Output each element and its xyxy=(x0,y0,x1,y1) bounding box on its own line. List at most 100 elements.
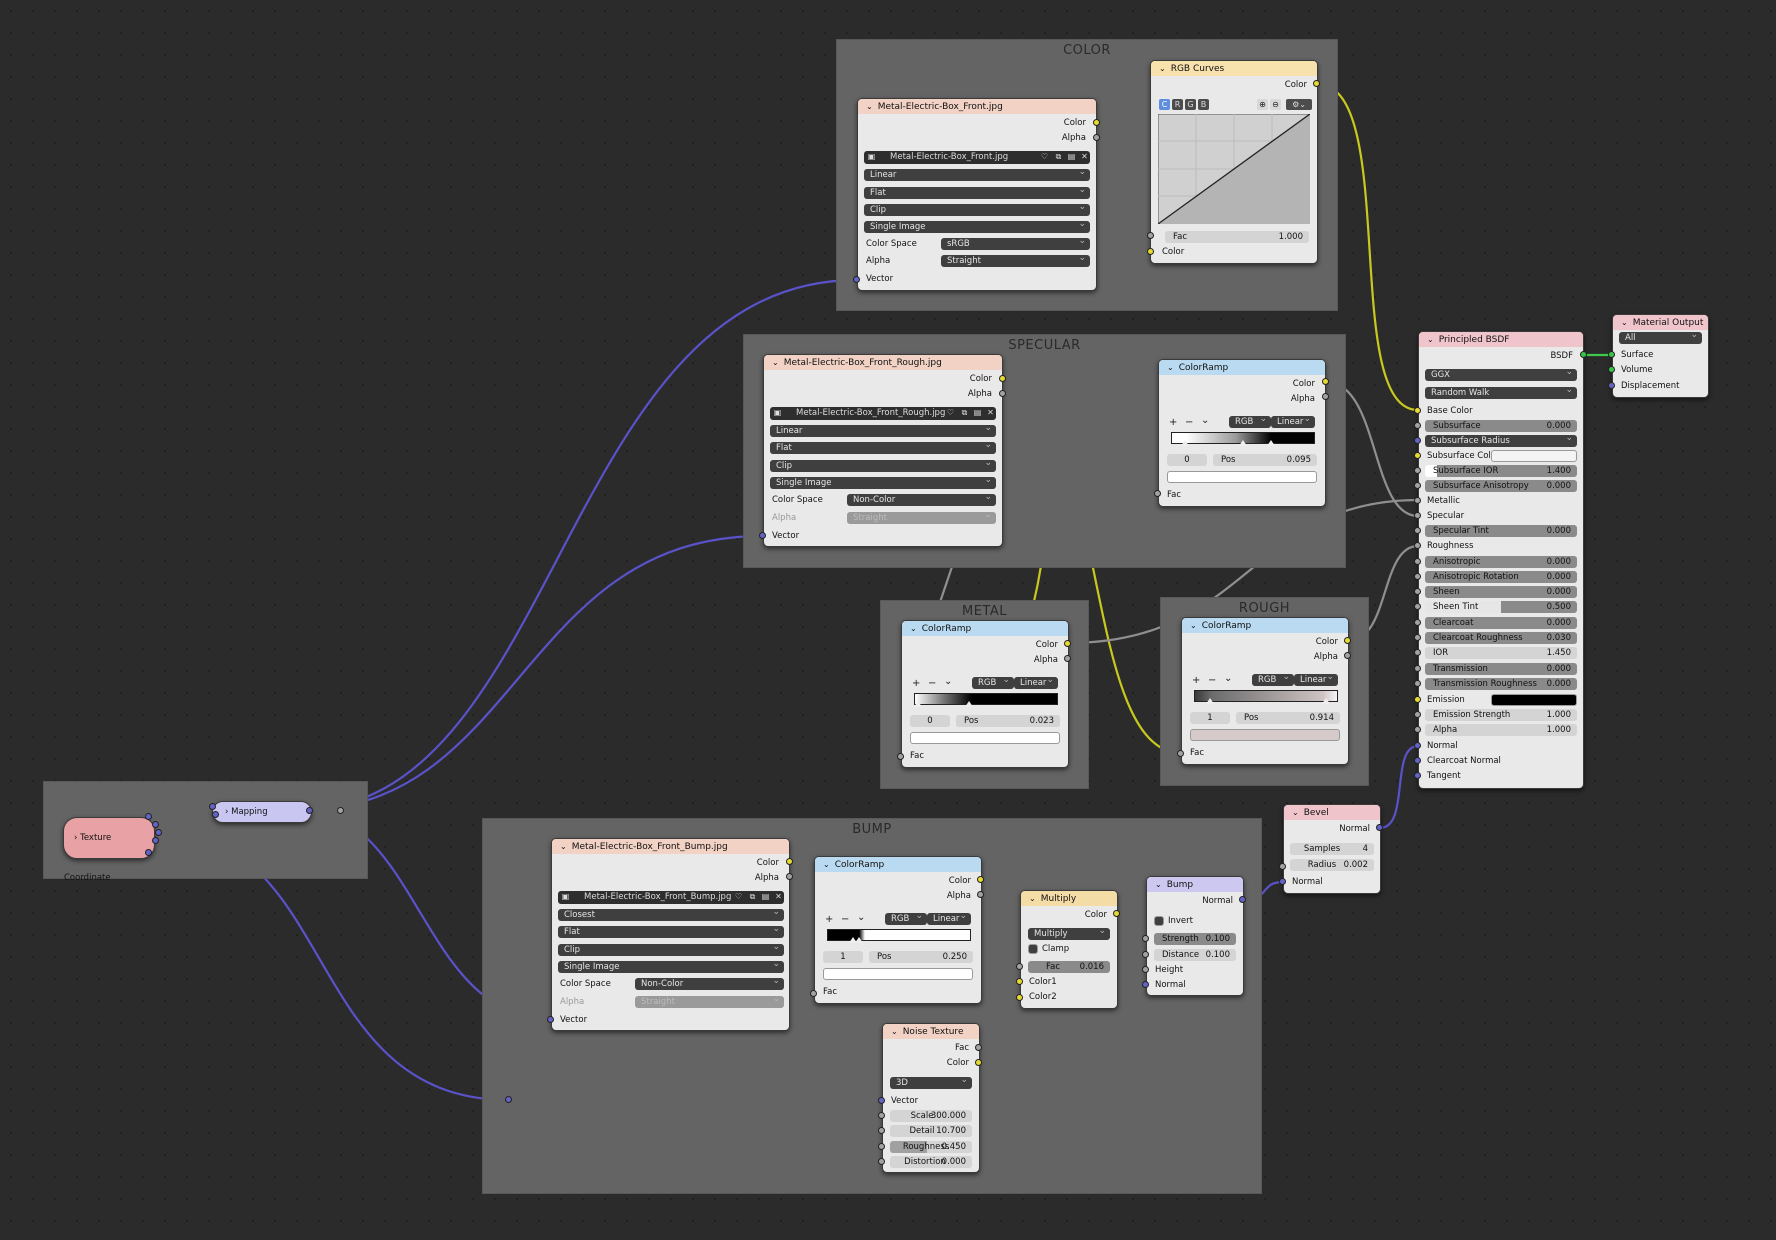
source-dropdown[interactable]: Single Image xyxy=(770,474,996,489)
bsdf-in-clearcoat-normal-socket[interactable] xyxy=(1414,757,1421,764)
node-editor-canvas[interactable]: COLOR SPECULAR METAL ROUGH BUMP › Textur… xyxy=(0,0,1776,1240)
curve-settings-icon[interactable]: ⚙⌄ xyxy=(1286,99,1312,110)
output-in-displacement-socket[interactable] xyxy=(1608,382,1615,389)
extension-dropdown[interactable]: Clip xyxy=(770,457,996,472)
noise-in-roughness-socket[interactable] xyxy=(878,1143,885,1150)
mapping-node[interactable]: › Mapping xyxy=(212,801,312,823)
bsdf-in-normal-socket[interactable] xyxy=(1414,742,1421,749)
fake-user-icon[interactable]: ♡ xyxy=(945,408,956,418)
bevel-node[interactable]: ⌄ Bevel Normal Samples 4 Radius 0.002 Nor… xyxy=(1283,804,1381,894)
alpha-field[interactable]: Alpha 1.000 xyxy=(1425,724,1577,736)
transmission-field[interactable]: Transmission 0.000 xyxy=(1425,663,1577,675)
stop-color-swatch[interactable] xyxy=(910,732,1060,744)
rgb-curves-node[interactable]: ⌄ RGB Curves Color C R G B ⊕ ⊖ ⚙⌄ Fac 1.0… xyxy=(1150,60,1318,264)
ramp-stop[interactable] xyxy=(965,701,973,707)
sheen-field[interactable]: Sheen 0.000 xyxy=(1425,586,1577,598)
tex-rough-out-alpha-socket[interactable] xyxy=(999,390,1006,397)
collapse-chevron-icon[interactable]: ⌄ xyxy=(1155,880,1162,889)
interpolation-dropdown[interactable]: Linear xyxy=(927,910,971,925)
colorramp-bump-node[interactable]: ⌄ColorRamp Color Alpha + − ⌄ RGB Linear … xyxy=(814,856,982,1004)
bsdf-in-tangent-socket[interactable] xyxy=(1414,772,1421,779)
bsdf-in-metallic-socket[interactable] xyxy=(1414,497,1421,504)
source-dropdown[interactable]: Single Image xyxy=(558,958,784,973)
invert-checkbox[interactable] xyxy=(1154,916,1164,926)
bevel-in-normal-socket[interactable] xyxy=(1279,878,1286,885)
ramp-rough-in-fac-socket[interactable] xyxy=(1177,750,1184,757)
stop-color-swatch[interactable] xyxy=(823,968,973,980)
distance-field[interactable]: Distance 0.100 xyxy=(1154,949,1236,961)
fake-user-icon[interactable]: ♡ xyxy=(1039,152,1050,162)
ramp-metal-out-color-socket[interactable] xyxy=(1064,640,1071,647)
alpha-dropdown[interactable]: Straight xyxy=(941,252,1090,267)
mapping-out-socket[interactable] xyxy=(306,807,313,814)
duplicate-icon[interactable]: ⧉ xyxy=(1053,152,1064,162)
ramp-stop[interactable] xyxy=(1181,440,1189,446)
add-stop-icon[interactable]: + xyxy=(1169,418,1177,428)
remove-stop-icon[interactable]: − xyxy=(928,679,936,689)
stop-index-field[interactable]: 1 xyxy=(823,951,863,963)
noise-texture-node[interactable]: ⌄ Noise Texture Fac Color 3D Vector Scale… xyxy=(882,1023,980,1173)
ramp-stop[interactable] xyxy=(1206,698,1214,704)
duplicate-icon[interactable]: ⧉ xyxy=(747,892,758,902)
bsdf-in-roughness-socket[interactable] xyxy=(1414,542,1421,549)
image-texture-rough-node[interactable]: ⌄ Metal-Electric-Box_Front_Rough.jpg Colo… xyxy=(763,354,1003,547)
ramp-stop[interactable] xyxy=(855,937,863,943)
collapse-chevron-icon[interactable]: ⌄ xyxy=(1167,363,1174,372)
ramp-stop[interactable] xyxy=(914,701,922,707)
output-in-volume-socket[interactable] xyxy=(1608,366,1615,373)
noise-in-scale-socket[interactable] xyxy=(878,1112,885,1119)
image-texture-color-node[interactable]: ⌄ Metal-Electric-Box_Front.jpg Color Alph… xyxy=(857,98,1097,291)
bsdf-in-transmission-socket[interactable] xyxy=(1414,665,1421,672)
interpolation-dropdown[interactable]: Linear xyxy=(1014,674,1058,689)
fac-field[interactable]: Fac 1.000 xyxy=(1165,231,1309,243)
bsdf-in-subsurface-ior-socket[interactable] xyxy=(1414,467,1421,474)
strength-field[interactable]: Strength 0.100 xyxy=(1154,933,1236,945)
noise-out-color-socket[interactable] xyxy=(975,1059,982,1066)
bsdf-in-base-color-socket[interactable] xyxy=(1414,407,1421,414)
colorramp-specular-node[interactable]: ⌄ColorRamp Color Alpha + − ⌄ RGB Linear … xyxy=(1158,359,1326,507)
ramp-stop[interactable] xyxy=(1239,440,1247,446)
stop-pos-field[interactable]: Pos 0.023 xyxy=(956,715,1060,727)
stop-color-swatch[interactable] xyxy=(1190,729,1340,741)
ramp-bump-out-alpha-socket[interactable] xyxy=(977,891,984,898)
source-dropdown[interactable]: Single Image xyxy=(864,218,1090,233)
open-folder-icon[interactable]: ▤ xyxy=(972,408,983,418)
roughness-field[interactable]: Roughness 0.450 xyxy=(890,1141,972,1153)
bsdf-in-trans-rough-socket[interactable] xyxy=(1414,680,1421,687)
stop-index-field[interactable]: 0 xyxy=(910,715,950,727)
bevel-out-normal-socket[interactable] xyxy=(1376,824,1383,831)
color-space-dropdown[interactable]: sRGB xyxy=(941,235,1090,250)
ramp-rough-out-alpha-socket[interactable] xyxy=(1344,652,1351,659)
scale-field[interactable]: Scale 300.000 xyxy=(890,1110,972,1122)
image-selector[interactable]: ▣ Metal-Electric-Box_Front_Bump.jpg ♡ ⧉ … xyxy=(558,891,784,904)
mapping-in-socket[interactable] xyxy=(209,803,216,810)
clamp-checkbox[interactable] xyxy=(1028,944,1038,954)
curves-out-color-socket[interactable] xyxy=(1313,80,1320,87)
remove-stop-icon[interactable]: − xyxy=(1208,676,1216,686)
tex-color-in-vector-socket[interactable] xyxy=(853,276,860,283)
image-selector[interactable]: ▣ Metal-Electric-Box_Front_Rough.jpg ♡ ⧉… xyxy=(770,407,996,420)
specular-tint-field[interactable]: Specular Tint 0.000 xyxy=(1425,525,1577,537)
collapse-chevron-icon[interactable]: ⌄ xyxy=(1621,318,1628,327)
ramp-metal-in-fac-socket[interactable] xyxy=(897,753,904,760)
ramp-spec-out-alpha-socket[interactable] xyxy=(1322,393,1329,400)
anisotropic-field[interactable]: Anisotropic 0.000 xyxy=(1425,556,1577,568)
interpolation-dropdown[interactable]: Linear xyxy=(1294,671,1338,686)
principled-bsdf-node[interactable]: ⌄ Principled BSDF BSDF GGX Random Walk Ba… xyxy=(1418,331,1584,789)
bump-out-normal-socket[interactable] xyxy=(1239,896,1246,903)
collapse-chevron-icon[interactable]: ⌄ xyxy=(910,624,917,633)
tex-bump-out-color-socket[interactable] xyxy=(786,858,793,865)
tex-rough-out-color-socket[interactable] xyxy=(999,375,1006,382)
collapse-chevron-icon[interactable]: ⌄ xyxy=(1292,808,1299,817)
close-icon[interactable]: ✕ xyxy=(773,892,784,902)
sheen-tint-field[interactable]: Sheen Tint 0.500 xyxy=(1425,601,1577,613)
ramp-bump-out-color-socket[interactable] xyxy=(977,876,984,883)
emission-strength-field[interactable]: Emission Strength 1.000 xyxy=(1425,709,1577,721)
noise-in-detail-socket[interactable] xyxy=(878,1127,885,1134)
radius-field[interactable]: Radius 0.002 xyxy=(1290,859,1374,871)
collapse-chevron-icon[interactable]: ⌄ xyxy=(1190,621,1197,630)
texcoord-socket[interactable] xyxy=(152,837,159,844)
bsdf-in-subsurface-color-socket[interactable] xyxy=(1414,452,1421,459)
link-bevel-to-normal[interactable] xyxy=(1379,744,1419,830)
ramp-menu-chevron-icon[interactable]: ⌄ xyxy=(1201,416,1209,426)
